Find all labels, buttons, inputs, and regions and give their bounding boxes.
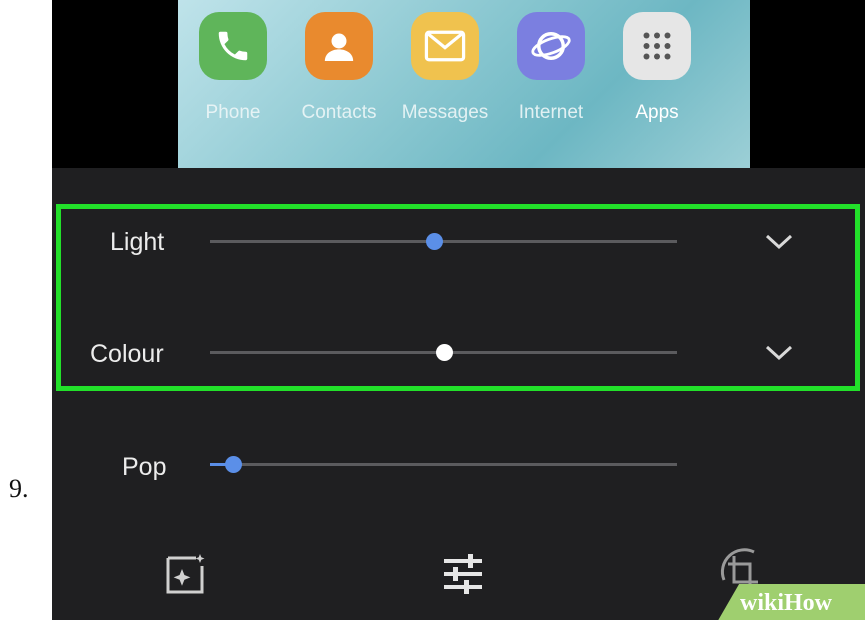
- pop-label: Pop: [122, 453, 167, 481]
- app-label-messages: Messages: [401, 102, 489, 123]
- highlight-box: [56, 204, 860, 391]
- wikihow-watermark: wikiHow: [740, 590, 833, 616]
- app-apps[interactable]: Apps: [612, 12, 702, 124]
- envelope-icon: [411, 12, 479, 80]
- pop-slider-thumb[interactable]: [225, 456, 243, 473]
- contact-icon: [305, 12, 373, 80]
- app-label-phone: Phone: [205, 102, 261, 123]
- chevron-down-icon[interactable]: [759, 341, 799, 365]
- pop-slider[interactable]: [210, 456, 677, 473]
- colour-slider-thumb[interactable]: [435, 344, 453, 361]
- step-number: 9.: [9, 474, 29, 503]
- colour-slider[interactable]: [210, 344, 677, 361]
- chevron-down-icon[interactable]: [759, 230, 799, 254]
- colour-label: Colour: [90, 340, 164, 368]
- phone-icon: [199, 12, 267, 80]
- app-internet[interactable]: Internet: [506, 12, 596, 124]
- app-phone[interactable]: Phone: [188, 12, 278, 124]
- photo-preview: Phone Contacts Messages Internet Apps: [178, 0, 750, 168]
- app-label-contacts: Contacts: [301, 102, 377, 123]
- globe-icon: [517, 12, 585, 80]
- grid-icon: [623, 12, 691, 80]
- app-label-apps: Apps: [635, 102, 679, 123]
- app-messages[interactable]: Messages: [400, 12, 490, 124]
- auto-enhance-icon[interactable]: [162, 552, 208, 598]
- adjust-sliders-icon[interactable]: [440, 552, 486, 596]
- light-slider[interactable]: [210, 233, 677, 250]
- light-label: Light: [110, 228, 165, 256]
- app-label-internet: Internet: [518, 102, 584, 123]
- phone-screen: Phone Contacts Messages Internet Apps Li…: [52, 0, 865, 620]
- app-contacts[interactable]: Contacts: [294, 12, 384, 124]
